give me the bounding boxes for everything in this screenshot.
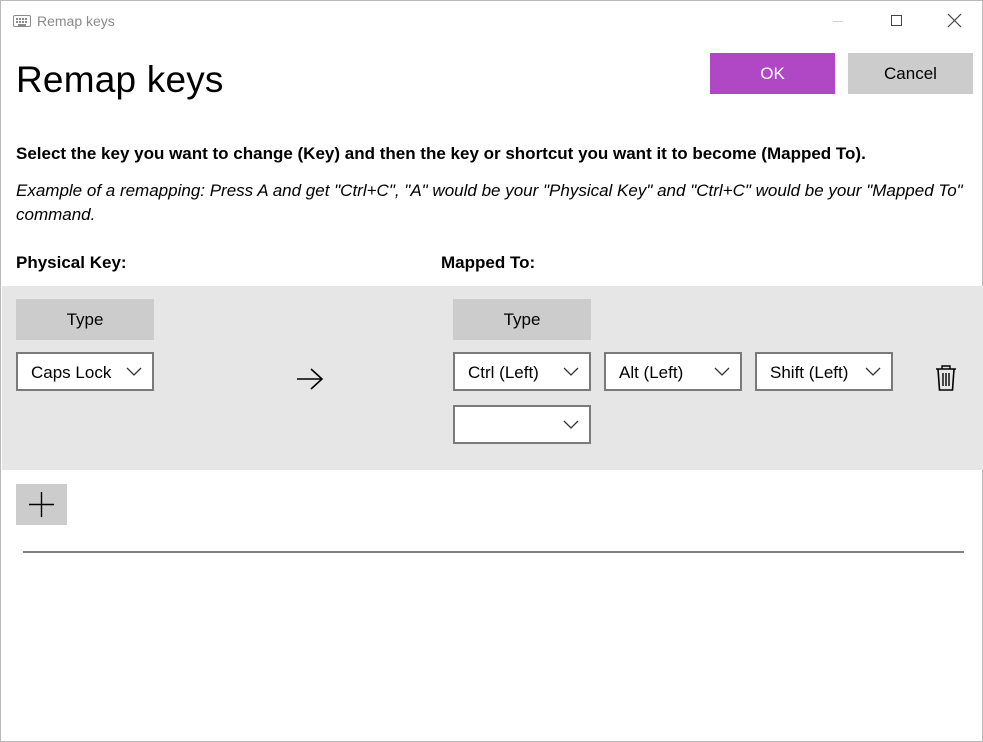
instructions-text: Select the key you want to change (Key) … [16, 144, 866, 163]
ok-button[interactable]: OK [710, 53, 835, 94]
arrow-right-icon [297, 368, 324, 390]
mapped-key-dropdown-3[interactable]: Shift (Left) [755, 352, 893, 391]
title-bar[interactable]: Remap keys [1, 1, 982, 41]
mapped-key-dropdown-4[interactable] [453, 405, 591, 444]
example-text: Example of a remapping: Press A and get … [16, 181, 963, 224]
physical-type-button[interactable]: Type [16, 299, 154, 340]
plus-icon [29, 492, 54, 517]
divider [23, 551, 964, 553]
close-button[interactable] [925, 1, 983, 41]
mapped-key-value: Ctrl (Left) [468, 363, 539, 382]
mapped-key-value: Shift (Left) [770, 363, 849, 382]
chevron-down-icon [714, 367, 730, 376]
chevron-down-icon [126, 367, 142, 376]
physical-key-dropdown[interactable]: Caps Lock [16, 352, 154, 391]
cancel-button[interactable]: Cancel [848, 53, 973, 94]
close-icon [947, 13, 962, 28]
chevron-down-icon [563, 367, 579, 376]
mapped-type-button[interactable]: Type [453, 299, 591, 340]
mapped-to-label: Mapped To: [441, 253, 536, 272]
keyboard-icon [13, 15, 31, 27]
minimize-button[interactable] [809, 1, 867, 41]
chevron-down-icon [865, 367, 881, 376]
trash-icon[interactable] [934, 364, 958, 392]
maximize-icon [891, 15, 902, 26]
minimize-icon [833, 21, 843, 22]
mapped-key-dropdown-1[interactable]: Ctrl (Left) [453, 352, 591, 391]
page-title: Remap keys [16, 59, 224, 100]
chevron-down-icon [563, 420, 579, 429]
maximize-button[interactable] [867, 1, 925, 41]
add-remap-button[interactable] [16, 484, 67, 525]
physical-key-label: Physical Key: [16, 253, 127, 272]
remap-keys-window: Remap keys Remap keys OK Cancel Select t… [0, 0, 983, 742]
mapped-key-value: Alt (Left) [619, 363, 684, 382]
mapped-key-dropdown-2[interactable]: Alt (Left) [604, 352, 742, 391]
remap-row: Type Caps Lock Type Ctrl (Left) Alt (Lef… [2, 286, 983, 470]
window-title: Remap keys [37, 13, 115, 29]
physical-key-value: Caps Lock [31, 363, 112, 382]
